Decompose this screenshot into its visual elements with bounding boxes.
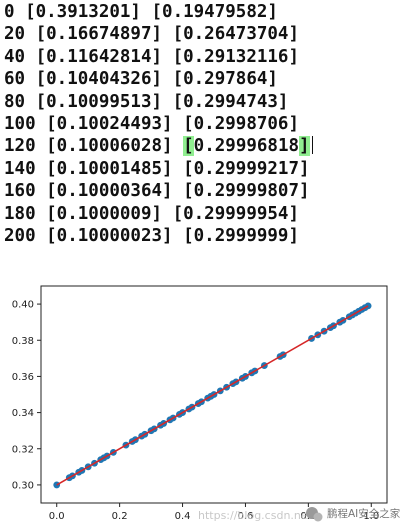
console-line: 100 [0.10024493] [0.2998706] — [4, 113, 408, 135]
console-line: 200 [0.10000023] [0.2999999] — [4, 225, 408, 247]
console-line-text: 60 [0.10404326] [0.297864] — [4, 69, 278, 90]
y-tick-label: 0.40 — [12, 300, 34, 311]
console-line-text: 100 [0.10024493] [0.2998706] — [4, 113, 300, 134]
console-line: 120 [0.10006028] [0.29996818] — [4, 135, 408, 157]
console-line: 180 [0.1000009] [0.29999954] — [4, 203, 408, 225]
matched-bracket-highlight: ] — [299, 136, 310, 157]
text-cursor[interactable] — [311, 136, 313, 155]
console-line: 160 [0.10000364] [0.29999807] — [4, 180, 408, 202]
console-line: 40 [0.11642814] [0.29132116] — [4, 46, 408, 68]
console-line-text: 20 [0.16674897] [0.26473704] — [4, 24, 300, 45]
console-line-text: 160 [0.10000364] [0.29999807] — [4, 181, 310, 202]
y-tick-label: 0.36 — [12, 372, 34, 383]
x-tick-label: 0.0 — [49, 511, 65, 522]
console-line-text: 0 [0.3913201] [0.19479582] — [4, 2, 278, 22]
scatter-point — [53, 481, 61, 489]
scatter-point — [364, 302, 372, 310]
y-tick-label: 0.30 — [12, 480, 34, 491]
y-tick-label: 0.38 — [12, 336, 34, 347]
x-tick-label: 0.2 — [112, 511, 128, 522]
console-line: 140 [0.10001485] [0.29999217] — [4, 158, 408, 180]
watermark-brand: 鹏程AI安全之家 — [327, 507, 401, 520]
console-line-text: 140 [0.10001485] [0.29999217] — [4, 158, 310, 179]
console-line-text: 0.29996818 — [193, 136, 300, 157]
console-line-text: 40 [0.11642814] [0.29132116] — [4, 46, 300, 67]
console-line: 0 [0.3913201] [0.19479582] — [4, 1, 408, 23]
console-output: 0 [0.3913201] [0.19479582] 20 [0.16674897… — [4, 1, 408, 247]
x-tick-label: 0.4 — [175, 511, 191, 522]
console-line: 80 [0.10099513] [0.2994743] — [4, 91, 408, 113]
scatter-plot-canvas: 0.00.20.40.60.81.00.300.320.340.360.380.… — [12, 285, 401, 522]
y-tick-label: 0.34 — [12, 408, 34, 419]
screenshot-page: 0 [0.3913201] [0.19479582] 20 [0.16674897… — [0, 0, 412, 532]
y-tick-label: 0.32 — [12, 444, 34, 455]
watermark-url: https://blog.csdn.net — [198, 509, 313, 522]
console-line: 60 [0.10404326] [0.297864] — [4, 68, 408, 90]
matched-bracket-highlight: [ — [183, 136, 194, 157]
console-line-text: 120 [0.10006028] — [4, 136, 184, 157]
console-line-text: 80 [0.10099513] [0.2994743] — [4, 91, 289, 112]
console-line-text: 180 [0.1000009] [0.29999954] — [4, 203, 300, 224]
scatter-plot: 0.00.20.40.60.81.00.300.320.340.360.380.… — [0, 276, 412, 532]
console-line-text: 200 [0.10000023] [0.2999999] — [4, 225, 300, 246]
console-line: 20 [0.16674897] [0.26473704] — [4, 23, 408, 45]
